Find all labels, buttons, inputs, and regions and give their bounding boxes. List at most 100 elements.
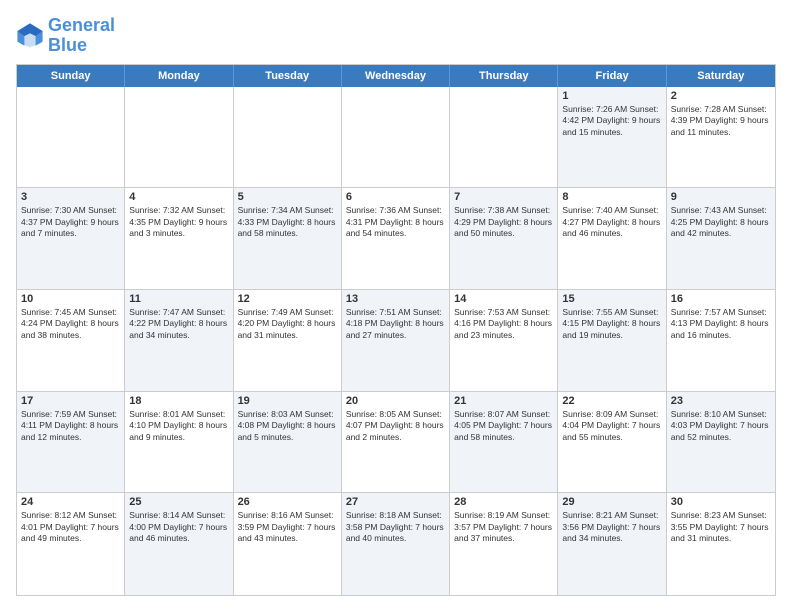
- page: General Blue SundayMondayTuesdayWednesda…: [0, 0, 792, 612]
- calendar-cell: 1 Sunrise: 7:26 AM Sunset: 4:42 PM Daylig…: [558, 87, 666, 188]
- calendar-cell: 22 Sunrise: 8:09 AM Sunset: 4:04 PM Dayli…: [558, 392, 666, 493]
- cell-info: Sunrise: 8:21 AM Sunset: 3:56 PM Dayligh…: [562, 510, 661, 544]
- calendar-header: SundayMondayTuesdayWednesdayThursdayFrid…: [17, 65, 775, 87]
- calendar-cell: [342, 87, 450, 188]
- cell-info: Sunrise: 8:09 AM Sunset: 4:04 PM Dayligh…: [562, 409, 661, 443]
- cell-info: Sunrise: 7:26 AM Sunset: 4:42 PM Dayligh…: [562, 104, 661, 138]
- cell-info: Sunrise: 7:59 AM Sunset: 4:11 PM Dayligh…: [21, 409, 120, 443]
- logo-icon: [16, 22, 44, 50]
- day-name-monday: Monday: [125, 65, 233, 87]
- cell-info: Sunrise: 7:32 AM Sunset: 4:35 PM Dayligh…: [129, 205, 228, 239]
- cell-date: 15: [562, 293, 661, 305]
- cell-info: Sunrise: 7:57 AM Sunset: 4:13 PM Dayligh…: [671, 307, 771, 341]
- calendar-cell: 8 Sunrise: 7:40 AM Sunset: 4:27 PM Daylig…: [558, 188, 666, 289]
- cell-info: Sunrise: 7:49 AM Sunset: 4:20 PM Dayligh…: [238, 307, 337, 341]
- cell-date: 1: [562, 90, 661, 102]
- calendar-cell: 30Sunrise: 8:23 AM Sunset: 3:55 PM Dayli…: [667, 493, 775, 595]
- cell-info: Sunrise: 7:34 AM Sunset: 4:33 PM Dayligh…: [238, 205, 337, 239]
- day-name-friday: Friday: [558, 65, 666, 87]
- cell-date: 16: [671, 293, 771, 305]
- calendar-cell: 21 Sunrise: 8:07 AM Sunset: 4:05 PM Dayli…: [450, 392, 558, 493]
- day-name-tuesday: Tuesday: [234, 65, 342, 87]
- cell-info: Sunrise: 7:28 AM Sunset: 4:39 PM Dayligh…: [671, 104, 771, 138]
- calendar-cell: 6 Sunrise: 7:36 AM Sunset: 4:31 PM Daylig…: [342, 188, 450, 289]
- calendar-cell: 29 Sunrise: 8:21 AM Sunset: 3:56 PM Dayli…: [558, 493, 666, 595]
- calendar-cell: 16 Sunrise: 7:57 AM Sunset: 4:13 PM Dayli…: [667, 290, 775, 391]
- cell-date: 13: [346, 293, 445, 305]
- cell-date: 7: [454, 191, 553, 203]
- cell-date: 23: [671, 395, 771, 407]
- cell-date: 6: [346, 191, 445, 203]
- calendar-body: 1 Sunrise: 7:26 AM Sunset: 4:42 PM Daylig…: [17, 87, 775, 595]
- day-name-sunday: Sunday: [17, 65, 125, 87]
- cell-info: Sunrise: 7:45 AM Sunset: 4:24 PM Dayligh…: [21, 307, 120, 341]
- cell-date: 29: [562, 496, 661, 508]
- calendar-cell: 26Sunrise: 8:16 AM Sunset: 3:59 PM Dayli…: [234, 493, 342, 595]
- cell-info: Sunrise: 7:38 AM Sunset: 4:29 PM Dayligh…: [454, 205, 553, 239]
- calendar-cell: 12 Sunrise: 7:49 AM Sunset: 4:20 PM Dayli…: [234, 290, 342, 391]
- cell-info: Sunrise: 7:47 AM Sunset: 4:22 PM Dayligh…: [129, 307, 228, 341]
- week-1: 3 Sunrise: 7:30 AM Sunset: 4:37 PM Daylig…: [17, 188, 775, 290]
- cell-date: 24: [21, 496, 120, 508]
- calendar-cell: 4 Sunrise: 7:32 AM Sunset: 4:35 PM Daylig…: [125, 188, 233, 289]
- day-name-thursday: Thursday: [450, 65, 558, 87]
- cell-info: Sunrise: 8:16 AM Sunset: 3:59 PM Dayligh…: [238, 510, 337, 544]
- cell-info: Sunrise: 7:51 AM Sunset: 4:18 PM Dayligh…: [346, 307, 445, 341]
- cell-date: 30: [671, 496, 771, 508]
- calendar-cell: 9 Sunrise: 7:43 AM Sunset: 4:25 PM Daylig…: [667, 188, 775, 289]
- cell-date: 12: [238, 293, 337, 305]
- cell-info: Sunrise: 8:07 AM Sunset: 4:05 PM Dayligh…: [454, 409, 553, 443]
- calendar: SundayMondayTuesdayWednesdayThursdayFrid…: [16, 64, 776, 596]
- cell-date: 27: [346, 496, 445, 508]
- cell-date: 10: [21, 293, 120, 305]
- logo: General Blue: [16, 16, 115, 56]
- calendar-cell: [234, 87, 342, 188]
- day-name-saturday: Saturday: [667, 65, 775, 87]
- cell-date: 22: [562, 395, 661, 407]
- cell-info: Sunrise: 8:01 AM Sunset: 4:10 PM Dayligh…: [129, 409, 228, 443]
- cell-info: Sunrise: 8:05 AM Sunset: 4:07 PM Dayligh…: [346, 409, 445, 443]
- cell-info: Sunrise: 8:12 AM Sunset: 4:01 PM Dayligh…: [21, 510, 120, 544]
- week-2: 10 Sunrise: 7:45 AM Sunset: 4:24 PM Dayli…: [17, 290, 775, 392]
- day-name-wednesday: Wednesday: [342, 65, 450, 87]
- calendar-cell: 7 Sunrise: 7:38 AM Sunset: 4:29 PM Daylig…: [450, 188, 558, 289]
- calendar-cell: 25 Sunrise: 8:14 AM Sunset: 4:00 PM Dayli…: [125, 493, 233, 595]
- calendar-cell: [125, 87, 233, 188]
- calendar-cell: 15 Sunrise: 7:55 AM Sunset: 4:15 PM Dayli…: [558, 290, 666, 391]
- cell-date: 3: [21, 191, 120, 203]
- cell-info: Sunrise: 7:40 AM Sunset: 4:27 PM Dayligh…: [562, 205, 661, 239]
- cell-date: 18: [129, 395, 228, 407]
- cell-date: 2: [671, 90, 771, 102]
- week-4: 24 Sunrise: 8:12 AM Sunset: 4:01 PM Dayli…: [17, 493, 775, 595]
- calendar-cell: 17Sunrise: 7:59 AM Sunset: 4:11 PM Dayli…: [17, 392, 125, 493]
- calendar-cell: 19Sunrise: 8:03 AM Sunset: 4:08 PM Dayli…: [234, 392, 342, 493]
- cell-info: Sunrise: 7:30 AM Sunset: 4:37 PM Dayligh…: [21, 205, 120, 239]
- cell-date: 8: [562, 191, 661, 203]
- cell-date: 21: [454, 395, 553, 407]
- cell-date: 25: [129, 496, 228, 508]
- calendar-cell: 5Sunrise: 7:34 AM Sunset: 4:33 PM Daylig…: [234, 188, 342, 289]
- cell-date: 4: [129, 191, 228, 203]
- cell-info: Sunrise: 7:36 AM Sunset: 4:31 PM Dayligh…: [346, 205, 445, 239]
- cell-info: Sunrise: 8:14 AM Sunset: 4:00 PM Dayligh…: [129, 510, 228, 544]
- cell-date: 19: [238, 395, 337, 407]
- calendar-cell: 2 Sunrise: 7:28 AM Sunset: 4:39 PM Daylig…: [667, 87, 775, 188]
- cell-info: Sunrise: 8:10 AM Sunset: 4:03 PM Dayligh…: [671, 409, 771, 443]
- cell-date: 14: [454, 293, 553, 305]
- cell-date: 28: [454, 496, 553, 508]
- calendar-cell: 28 Sunrise: 8:19 AM Sunset: 3:57 PM Dayli…: [450, 493, 558, 595]
- calendar-cell: 20Sunrise: 8:05 AM Sunset: 4:07 PM Dayli…: [342, 392, 450, 493]
- cell-info: Sunrise: 8:18 AM Sunset: 3:58 PM Dayligh…: [346, 510, 445, 544]
- calendar-cell: 24 Sunrise: 8:12 AM Sunset: 4:01 PM Dayli…: [17, 493, 125, 595]
- calendar-cell: 18 Sunrise: 8:01 AM Sunset: 4:10 PM Dayli…: [125, 392, 233, 493]
- calendar-cell: [450, 87, 558, 188]
- cell-info: Sunrise: 7:55 AM Sunset: 4:15 PM Dayligh…: [562, 307, 661, 341]
- week-0: 1 Sunrise: 7:26 AM Sunset: 4:42 PM Daylig…: [17, 87, 775, 189]
- cell-date: 9: [671, 191, 771, 203]
- logo-text: General Blue: [48, 16, 115, 56]
- cell-info: Sunrise: 7:43 AM Sunset: 4:25 PM Dayligh…: [671, 205, 771, 239]
- cell-info: Sunrise: 8:19 AM Sunset: 3:57 PM Dayligh…: [454, 510, 553, 544]
- header: General Blue: [16, 16, 776, 56]
- calendar-cell: 14Sunrise: 7:53 AM Sunset: 4:16 PM Dayli…: [450, 290, 558, 391]
- calendar-cell: 10 Sunrise: 7:45 AM Sunset: 4:24 PM Dayli…: [17, 290, 125, 391]
